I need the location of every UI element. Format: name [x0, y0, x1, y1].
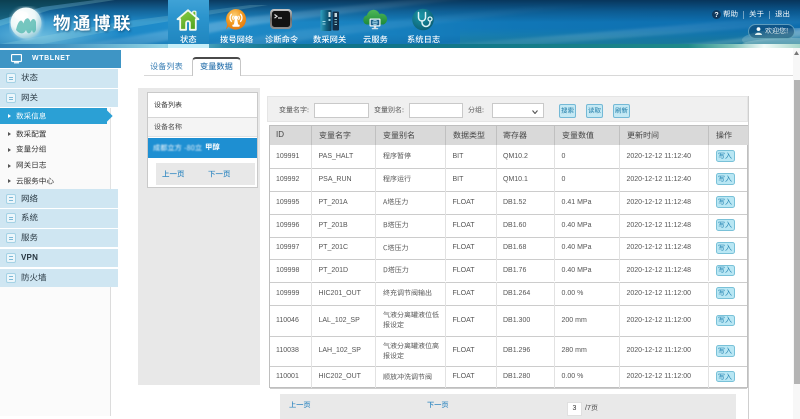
svg-text:?: ? — [714, 12, 718, 19]
